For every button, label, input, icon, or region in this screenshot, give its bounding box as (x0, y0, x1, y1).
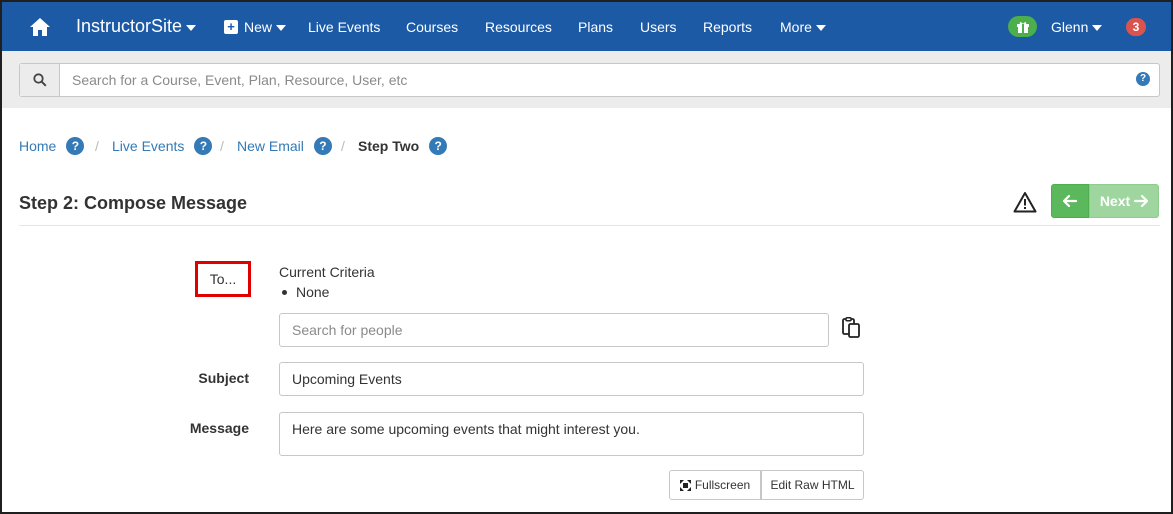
edit-raw-html-button[interactable]: Edit Raw HTML (761, 470, 864, 500)
notification-badge[interactable]: 3 (1126, 18, 1146, 36)
breadcrumb-step-two: Step Two ? (358, 135, 448, 157)
expand-icon (679, 479, 691, 491)
message-editor[interactable]: Here are some upcoming events that might… (279, 412, 864, 456)
subject-label: Subject (198, 370, 249, 386)
clipboard-icon[interactable] (841, 317, 863, 339)
nav-resources[interactable]: Resources (485, 2, 552, 51)
back-button[interactable] (1051, 184, 1089, 218)
help-icon[interactable]: ? (429, 137, 448, 155)
breadcrumb-separator: / (95, 138, 99, 154)
to-button[interactable]: To... (195, 261, 251, 297)
breadcrumb-new-email: New Email ? (237, 135, 332, 157)
criteria-list-item: None (279, 284, 329, 300)
home-icon[interactable] (28, 2, 52, 51)
help-icon[interactable]: ? (1136, 72, 1150, 86)
search-icon[interactable] (20, 64, 60, 96)
criteria-value: None (296, 284, 330, 300)
page-title: Step 2: Compose Message (19, 193, 248, 213)
search-box: ? (19, 63, 1160, 97)
nav-users[interactable]: Users (640, 2, 677, 51)
user-name: Glenn (1051, 18, 1089, 35)
breadcrumb-separator: / (220, 138, 224, 154)
edit-raw-html-label: Edit Raw HTML (770, 478, 855, 492)
help-icon[interactable]: ? (66, 137, 85, 155)
breadcrumb-link-home[interactable]: Home (19, 138, 56, 154)
gift-icon[interactable] (1008, 16, 1037, 37)
nav-plans[interactable]: Plans (578, 2, 613, 51)
chevron-down-icon (276, 24, 287, 31)
more-label: More (780, 18, 812, 35)
nav-label: Users (640, 18, 677, 35)
breadcrumb-link-live-events[interactable]: Live Events (112, 138, 184, 154)
message-label: Message (189, 420, 249, 436)
top-navbar: InstructorSite + New Live Events Courses … (2, 2, 1171, 51)
new-label: New (244, 18, 273, 35)
fullscreen-button[interactable]: Fullscreen (669, 470, 761, 500)
nav-label: Plans (578, 18, 614, 35)
nav-label: Courses (406, 18, 459, 35)
brand-menu[interactable]: InstructorSite (76, 2, 197, 51)
arrow-left-icon (1063, 195, 1077, 207)
brand-label: InstructorSite (76, 16, 183, 36)
help-icon[interactable]: ? (313, 137, 332, 155)
subject-input[interactable]: Upcoming Events (279, 362, 864, 396)
global-search-bar: ? (2, 51, 1171, 108)
search-input[interactable] (60, 64, 1120, 96)
chevron-down-icon (815, 24, 826, 31)
breadcrumb-home: Home ? (19, 135, 85, 157)
chevron-down-icon (1092, 24, 1103, 31)
more-menu[interactable]: More (780, 2, 826, 51)
breadcrumb-live-events: Live Events ? (112, 135, 213, 157)
breadcrumb-active: Step Two (358, 138, 420, 154)
nav-live-events[interactable]: Live Events (308, 2, 380, 51)
fullscreen-label: Fullscreen (694, 478, 751, 492)
nav-courses[interactable]: Courses (406, 2, 458, 51)
help-icon[interactable]: ? (194, 137, 213, 155)
plus-icon: + (224, 19, 238, 34)
nav-label: Resources (485, 18, 552, 35)
bullet-icon (282, 289, 287, 295)
header-divider (19, 225, 1160, 226)
chevron-down-icon (186, 24, 197, 31)
next-label: Next (1099, 193, 1131, 209)
nav-label: Live Events (308, 18, 381, 35)
user-menu[interactable]: Glenn (1051, 2, 1103, 51)
warning-icon[interactable] (1013, 191, 1037, 215)
breadcrumb-link-new-email[interactable]: New Email (237, 138, 304, 154)
nav-label: Reports (703, 18, 753, 35)
breadcrumb-separator: / (341, 138, 345, 154)
criteria-title: Current Criteria (279, 264, 375, 280)
people-search-input[interactable]: Search for people (279, 313, 829, 347)
new-menu[interactable]: + New (224, 2, 287, 51)
nav-reports[interactable]: Reports (703, 2, 752, 51)
arrow-right-icon (1134, 195, 1149, 207)
next-button[interactable]: Next (1089, 184, 1159, 218)
